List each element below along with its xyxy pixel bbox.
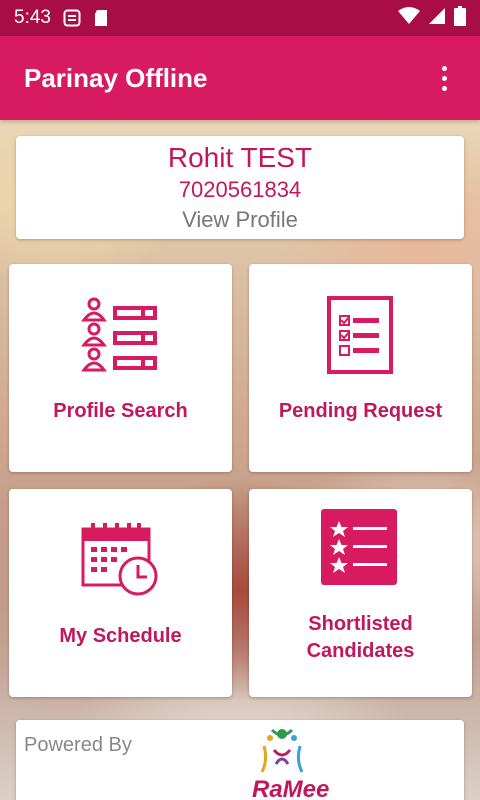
profile-phone: 7020561834 [178,177,302,202]
wifi-icon [398,6,420,30]
profile-search-label: Profile Search [53,400,188,422]
overflow-menu-icon[interactable] [432,58,456,98]
my-schedule-label: My Schedule [59,625,182,647]
ramee-logo [260,728,304,773]
profile-search-icon [81,297,157,372]
footer-card: Powered By RaMee [16,720,464,800]
status-time: 5:43 [14,7,51,28]
ramee-logo-text: RaMee [252,776,330,800]
powered-by-label: Powered By [24,734,132,756]
profile-search-tile[interactable]: Profile Search [9,264,232,472]
calendar-clock-icon [81,523,158,596]
profile-card[interactable]: Rohit TEST 7020561834 View Profile [16,136,464,239]
pending-request-label: Pending Request [278,400,443,422]
sync-icon [63,9,81,27]
signal-icon [428,7,446,30]
app-bar: Parinay Offline [0,36,480,120]
pending-request-tile[interactable]: Pending Request [249,264,472,472]
checklist-icon [327,296,393,374]
shortlisted-candidates-tile[interactable]: Shortlisted Candidates [249,489,472,697]
my-schedule-tile[interactable]: My Schedule [9,489,232,697]
shortlisted-candidates-label: Shortlisted Candidates [306,613,415,662]
sd-card-icon [93,9,109,27]
profile-name: Rohit TEST [167,142,313,173]
status-bar: 5:43 [0,0,480,36]
app-title: Parinay Offline [24,62,208,93]
view-profile-link[interactable]: View Profile [16,205,464,235]
starred-list-icon [321,509,397,585]
battery-icon [454,5,466,31]
